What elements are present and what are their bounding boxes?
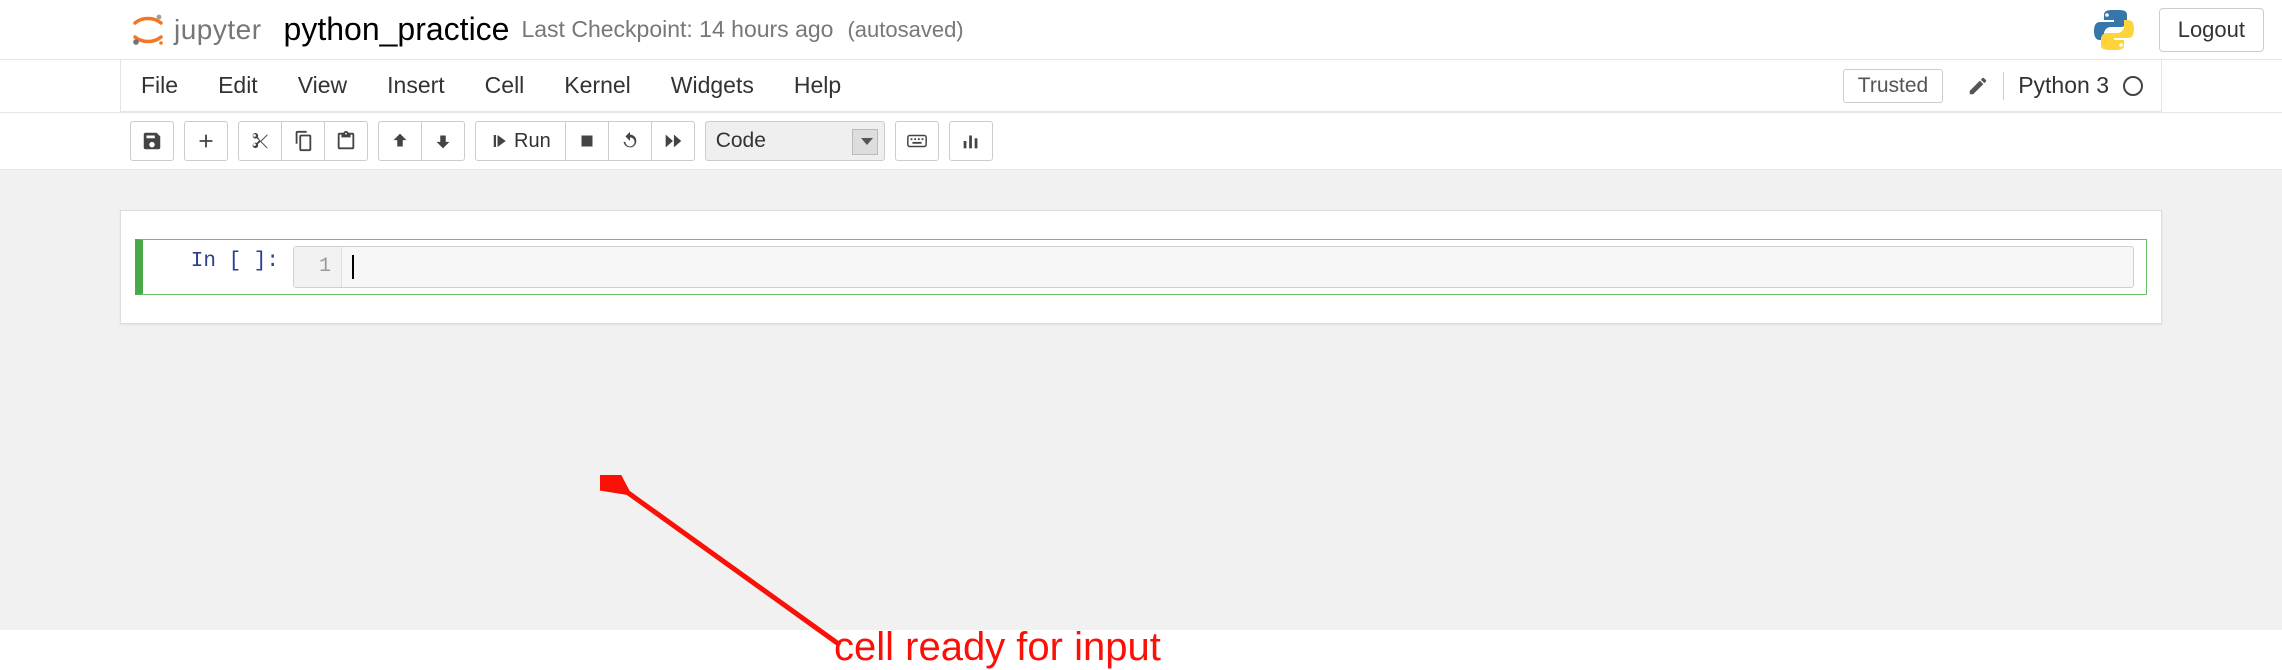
divider xyxy=(2003,72,2004,100)
checkpoint-text: Last Checkpoint: 14 hours ago xyxy=(521,16,833,43)
menu-file[interactable]: File xyxy=(141,72,178,99)
cut-button[interactable] xyxy=(238,121,282,161)
menu-widgets[interactable]: Widgets xyxy=(671,72,754,99)
annotation-label: cell ready for input xyxy=(834,625,1161,670)
fast-forward-icon xyxy=(662,130,684,152)
notebook-container: In [ ]: 1 xyxy=(120,210,2162,324)
jupyter-logo-icon xyxy=(130,12,166,48)
cell-type-value: Code xyxy=(716,129,766,153)
menu-cell[interactable]: Cell xyxy=(485,72,525,99)
paste-button[interactable] xyxy=(324,121,368,161)
interrupt-button[interactable] xyxy=(565,121,609,161)
arrow-down-icon xyxy=(432,130,454,152)
restart-icon xyxy=(619,130,641,152)
plus-icon xyxy=(195,130,217,152)
menu-help[interactable]: Help xyxy=(794,72,841,99)
header: jupyter python_practice Last Checkpoint:… xyxy=(0,0,2282,60)
kernel-name[interactable]: Python 3 xyxy=(2018,72,2109,99)
toolbar: Run Code xyxy=(0,113,2282,170)
autosaved-text: (autosaved) xyxy=(847,17,963,43)
arrow-up-icon xyxy=(389,130,411,152)
menu-edit[interactable]: Edit xyxy=(218,72,258,99)
move-up-button[interactable] xyxy=(378,121,422,161)
line-number: 1 xyxy=(294,247,342,287)
move-down-button[interactable] xyxy=(421,121,465,161)
copy-icon xyxy=(292,130,314,152)
dropdown-caret-icon xyxy=(861,138,873,145)
code-cell[interactable]: In [ ]: 1 xyxy=(135,239,2147,295)
pencil-icon[interactable] xyxy=(1967,75,1989,97)
run-icon xyxy=(490,132,508,150)
bar-chart-icon xyxy=(960,130,982,152)
jupyter-logo[interactable]: jupyter xyxy=(130,12,262,48)
command-palette-button[interactable] xyxy=(895,121,939,161)
chart-button[interactable] xyxy=(949,121,993,161)
save-icon xyxy=(141,130,163,152)
logout-button[interactable]: Logout xyxy=(2159,8,2264,52)
menu-kernel[interactable]: Kernel xyxy=(564,72,630,99)
kernel-status-idle-icon xyxy=(2123,76,2143,96)
menubar: File Edit View Insert Cell Kernel Widget… xyxy=(0,60,2282,113)
text-cursor xyxy=(352,255,354,279)
copy-button[interactable] xyxy=(281,121,325,161)
code-input[interactable] xyxy=(342,247,2133,287)
insert-cell-below-button[interactable] xyxy=(184,121,228,161)
logo-text: jupyter xyxy=(174,14,262,46)
menu-view[interactable]: View xyxy=(298,72,347,99)
annotation-arrow xyxy=(600,475,860,665)
paste-icon xyxy=(335,130,357,152)
restart-run-all-button[interactable] xyxy=(651,121,695,161)
stop-icon xyxy=(576,130,598,152)
menu-insert[interactable]: Insert xyxy=(387,72,445,99)
notebook-area: In [ ]: 1 cell ready for input xyxy=(0,170,2282,630)
run-label: Run xyxy=(514,130,551,153)
cell-type-select[interactable]: Code xyxy=(705,121,885,161)
run-button[interactable]: Run xyxy=(475,121,566,161)
trusted-indicator[interactable]: Trusted xyxy=(1843,69,1943,103)
input-prompt: In [ ]: xyxy=(143,240,293,294)
code-editor[interactable]: 1 xyxy=(293,246,2134,288)
scissors-icon xyxy=(249,130,271,152)
python-logo-icon xyxy=(2091,7,2137,53)
notebook-name[interactable]: python_practice xyxy=(284,11,510,48)
restart-button[interactable] xyxy=(608,121,652,161)
keyboard-icon xyxy=(906,130,928,152)
save-button[interactable] xyxy=(130,121,174,161)
